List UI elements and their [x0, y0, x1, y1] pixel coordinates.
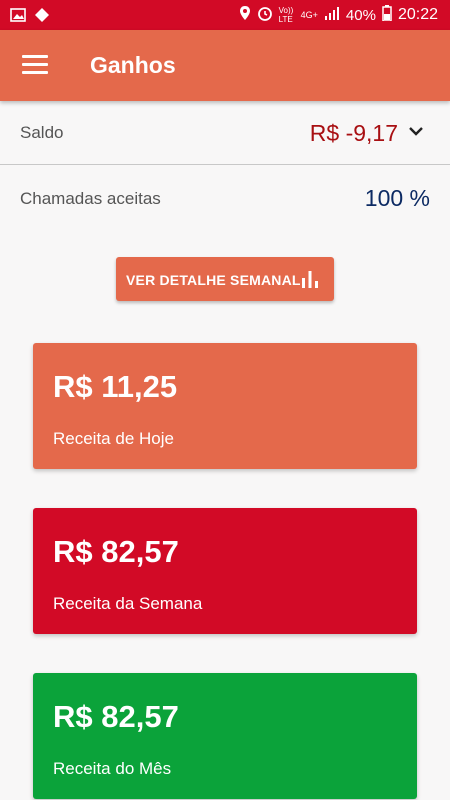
weekly-detail-button[interactable]: VER DETALHE SEMANAL [116, 257, 334, 301]
revenue-week-caption: Receita da Semana [53, 594, 203, 613]
menu-icon[interactable] [22, 55, 48, 77]
battery-percent: 40% [345, 6, 376, 24]
diamond-notification-icon [34, 7, 50, 28]
status-time: 20:22 [397, 6, 438, 23]
revenue-today-amount: R$ 11,25 [53, 369, 178, 404]
signal-icon [324, 6, 340, 24]
image-notification-icon [10, 8, 26, 27]
battery-icon [382, 5, 392, 25]
revenue-card-week[interactable]: R$ 82,57 Receita da Semana [33, 508, 417, 634]
saldo-row[interactable]: Saldo R$ -9,17 [0, 101, 450, 165]
bar-chart-icon [301, 270, 319, 288]
app-bar: Ganhos [0, 30, 450, 101]
chamadas-value: 100 % [364, 185, 430, 211]
status-bar: Vo)) LTE 4G+ 40% 20:22 [0, 0, 450, 30]
network-indicator: 4G+ [300, 10, 318, 20]
revenue-month-amount: R$ 82,57 [53, 699, 179, 734]
revenue-today-caption: Receita de Hoje [53, 429, 174, 448]
saldo-label: Saldo [20, 123, 64, 142]
volte-indicator: Vo)) LTE [278, 6, 294, 24]
weekly-detail-label: VER DETALHE SEMANAL [126, 272, 301, 288]
alarm-icon [257, 5, 273, 25]
page-title: Ganhos [90, 52, 176, 78]
chevron-down-icon[interactable] [408, 125, 424, 137]
revenue-month-caption: Receita do Mês [53, 759, 172, 778]
revenue-week-amount: R$ 82,57 [53, 534, 179, 569]
revenue-card-month[interactable]: R$ 82,57 Receita do Mês [33, 673, 417, 799]
chamadas-label: Chamadas aceitas [20, 189, 161, 208]
saldo-value: R$ -9,17 [309, 120, 398, 146]
revenue-card-today[interactable]: R$ 11,25 Receita de Hoje [33, 343, 417, 469]
location-icon [239, 5, 251, 25]
